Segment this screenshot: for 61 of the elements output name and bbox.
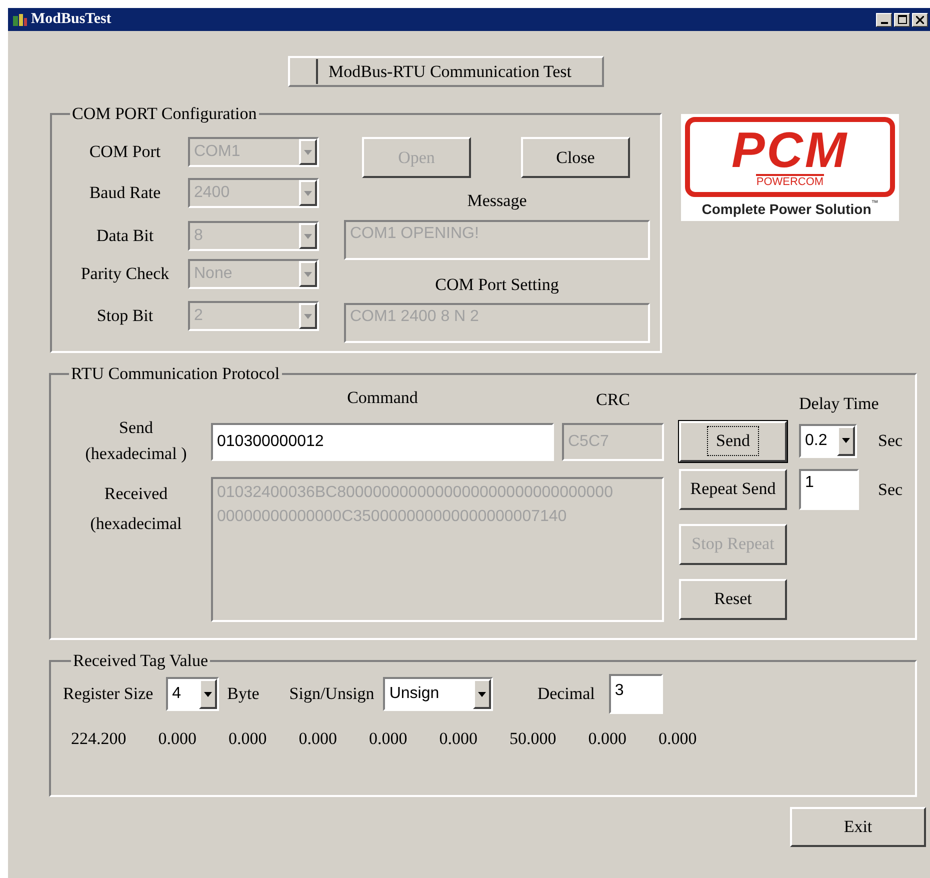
dropdown[interactable]: 4 — [166, 677, 220, 711]
tag-value: 0.000 — [588, 728, 626, 750]
group-title: COM PORT Configuration — [71, 105, 258, 123]
tag-value: 50.000 — [510, 728, 556, 750]
button[interactable]: Send — [679, 420, 787, 462]
header-button[interactable]: ModBus-RTU Communication Test — [288, 56, 604, 87]
dropdown-arrow-icon — [304, 150, 312, 154]
field-label: Received (hexadecimal — [89, 482, 183, 534]
tag-value: 224.200 — [71, 728, 126, 750]
field-label: Sign/Unsign — [289, 683, 374, 706]
tag-value: 0.000 — [298, 728, 337, 750]
logo-mark: PCM — [731, 126, 849, 174]
dropdown[interactable]: Unsign — [383, 677, 494, 711]
logo-brand: POWERCOM — [756, 174, 824, 188]
app-icon — [12, 12, 28, 26]
close-icon — [916, 16, 924, 24]
tag-value: 0.000 — [658, 728, 697, 750]
tag-value: 0.000 — [369, 728, 408, 750]
decimal-field[interactable]: 3 — [608, 674, 663, 714]
group-title: Received Tag Value — [72, 652, 210, 670]
dropdown-arrow-icon — [478, 692, 486, 696]
minimize-icon — [880, 22, 888, 24]
close-button[interactable] — [912, 12, 928, 26]
button[interactable]: Reset — [679, 578, 787, 620]
dropdown-arrow-icon — [304, 234, 312, 238]
unit-label: Byte — [227, 683, 260, 706]
dropdown[interactable]: 0.2 — [799, 424, 857, 458]
dropdown-arrow-icon — [304, 272, 312, 276]
field-label: Data Bit — [95, 225, 155, 248]
tag-value: 0.000 — [158, 728, 196, 750]
maximize-button[interactable] — [894, 12, 910, 26]
minimize-button[interactable] — [876, 12, 892, 26]
interval-field[interactable]: 1 — [799, 469, 859, 510]
tag-value: 0.000 — [228, 728, 267, 750]
field-label: Decimal — [537, 683, 595, 706]
command-field[interactable]: 010300000012 — [211, 422, 554, 460]
button[interactable]: Exit — [790, 807, 926, 847]
dropdown-arrow-icon — [304, 190, 312, 196]
maximize-icon — [898, 15, 906, 24]
window-title: ModBusTest — [31, 10, 112, 30]
unit-label: Sec — [878, 478, 903, 501]
field-label: Send (hexadecimal ) — [84, 416, 188, 464]
button[interactable]: Close — [521, 137, 630, 178]
field-label: Baud Rate — [88, 182, 162, 204]
field-label: CRC — [594, 389, 632, 411]
dropdown-arrow-icon — [842, 438, 850, 443]
dropdown-arrow-icon — [304, 314, 312, 318]
field-label: Delay Time — [799, 393, 880, 415]
logo-tagline: Complete Power Solution — [702, 200, 872, 219]
field-label: Register Size — [63, 683, 154, 706]
group-title: RTU Communication Protocol — [70, 365, 281, 383]
field-label: Parity Check — [80, 263, 170, 286]
tag-value: 0.000 — [439, 728, 478, 750]
field-label: Command — [346, 387, 419, 409]
unit-label: Sec — [878, 430, 903, 452]
button[interactable]: Repeat Send — [679, 468, 787, 510]
field-label: COM Port Setting — [434, 274, 560, 296]
field-label: Message — [466, 190, 528, 212]
field-label: COM Port — [88, 141, 162, 164]
dropdown-arrow-icon — [204, 692, 212, 696]
field-label: Stop Bit — [96, 305, 154, 328]
